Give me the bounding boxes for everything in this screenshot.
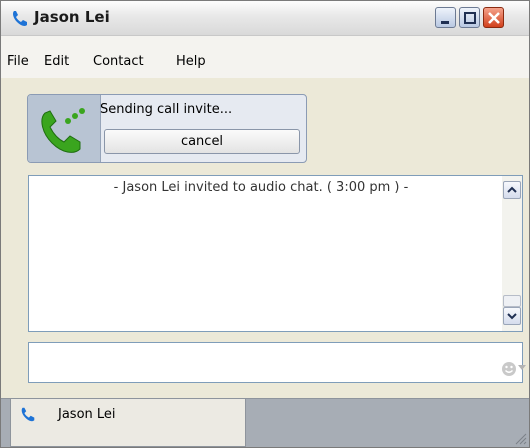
chevron-up-icon	[507, 186, 517, 193]
chevron-down-icon	[507, 313, 517, 320]
maximize-button[interactable]	[459, 7, 480, 28]
message-input[interactable]	[33, 351, 467, 375]
call-invite-panel: Sending call invite... cancel	[27, 94, 307, 163]
scroll-down-button[interactable]	[503, 307, 521, 325]
menu-help[interactable]: Help	[176, 54, 206, 69]
call-status-text: Sending call invite...	[100, 102, 233, 117]
tab-label: Jason Lei	[58, 407, 116, 422]
menu-contact[interactable]: Contact	[93, 54, 144, 69]
green-phone-icon	[41, 108, 85, 153]
system-message: - Jason Lei invited to audio chat. ( 3:0…	[113, 180, 409, 195]
menu-bar	[1, 36, 529, 78]
phone-icon	[21, 407, 35, 422]
message-input-box[interactable]	[28, 342, 526, 383]
minimize-button[interactable]	[435, 7, 456, 28]
window-title: Jason Lei	[34, 8, 110, 26]
menu-edit[interactable]: Edit	[44, 54, 69, 69]
resize-grip-icon[interactable]	[511, 429, 527, 445]
title-bar[interactable]: Jason Lei	[1, 1, 529, 36]
scroll-up-button[interactable]	[503, 181, 521, 199]
smiley-icon[interactable]	[501, 361, 517, 377]
menu-file[interactable]: File	[7, 54, 29, 69]
tab-jason-lei[interactable]	[10, 399, 246, 447]
phone-icon	[13, 11, 27, 26]
cancel-call-button[interactable]: cancel	[104, 129, 300, 154]
scroll-thumb[interactable]	[503, 295, 521, 307]
close-button[interactable]	[483, 7, 504, 28]
chat-window: Jason Lei File Edit Contact Help Sending…	[0, 0, 530, 448]
emoji-dropdown-icon[interactable]	[518, 365, 526, 371]
chat-history[interactable]: - Jason Lei invited to audio chat. ( 3:0…	[28, 175, 523, 332]
chat-scrollbar[interactable]	[502, 176, 522, 331]
call-status-tile	[28, 95, 101, 162]
